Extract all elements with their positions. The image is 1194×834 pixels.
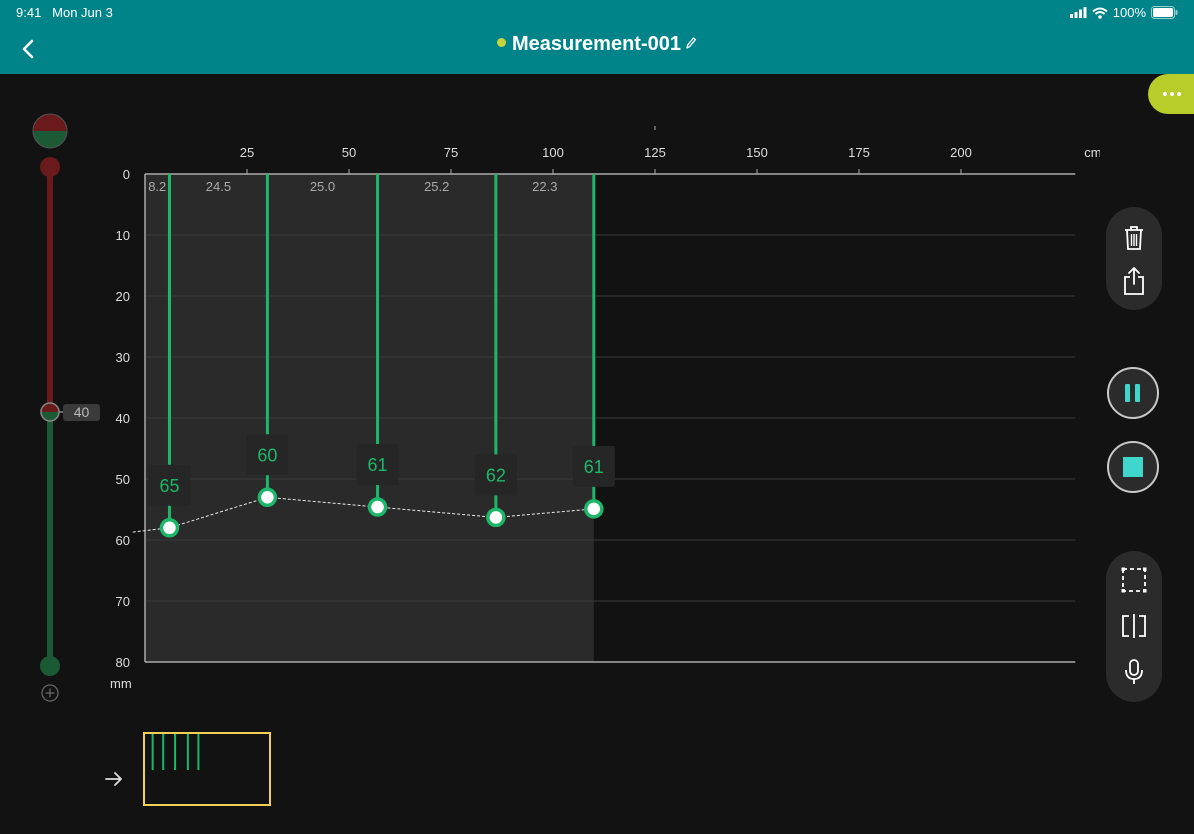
stop-button[interactable] (1107, 441, 1159, 493)
stop-icon (1123, 457, 1143, 477)
x-tick-label: 75 (444, 145, 458, 160)
share-icon[interactable] (1122, 266, 1146, 296)
x-tick-label: 150 (746, 145, 768, 160)
page-title[interactable]: Measurement-001 (512, 33, 681, 55)
minimap-viewport[interactable] (143, 732, 271, 806)
marker-handle[interactable] (486, 507, 506, 528)
marker-handle[interactable] (584, 499, 604, 519)
split-icon[interactable] (1121, 614, 1147, 638)
x-tick-label: 50 (342, 145, 356, 160)
add-icon[interactable] (40, 683, 60, 703)
status-time: 9:41 Mon Jun 3 (16, 5, 113, 20)
status-dot (497, 38, 507, 48)
depth-value-badge: 40 (63, 404, 100, 421)
microphone-icon[interactable] (1124, 658, 1144, 686)
spacing-label: 22.3 (532, 179, 557, 194)
marker-handle[interactable] (159, 518, 180, 538)
y-tick-label: 70 (116, 594, 130, 609)
cellular-signal-icon (1069, 7, 1087, 18)
wifi-icon (1092, 7, 1108, 19)
x-tick-label: 125 (644, 145, 666, 160)
pause-button[interactable] (1107, 367, 1159, 419)
x-tick-label: 100 (542, 145, 564, 160)
marker-label: 61 (368, 455, 388, 475)
y-tick-label: 60 (116, 533, 130, 548)
pause-icon (1125, 384, 1140, 402)
page-title-wrap: Measurement-001 (0, 32, 1194, 56)
y-tick-label: 80 (116, 655, 130, 670)
select-area-icon[interactable] (1121, 567, 1147, 593)
status-bar: 9:41 Mon Jun 3 100% (0, 0, 1194, 24)
battery-icon (1151, 6, 1178, 19)
y-tick-label: 0 (123, 167, 130, 182)
y-tick-label: 10 (116, 228, 130, 243)
spacing-label: 24.5 (206, 179, 231, 194)
app-header: Measurement-001 (0, 24, 1194, 74)
marker-label: 60 (257, 445, 277, 465)
spacing-label: 25.0 (310, 179, 335, 194)
y-tick-label: 40 (116, 411, 130, 426)
x-unit-label: cm (1084, 145, 1100, 160)
marker-handle[interactable] (257, 487, 278, 508)
marker-label: 61 (584, 457, 604, 477)
measurement-chart[interactable]: 0 10 20 30 40 50 60 70 80 25 50 75 100 125 150 175 200 cm… (100, 115, 1100, 705)
x-tick-label: 200 (950, 145, 972, 160)
spacing-label: 25.2 (424, 179, 449, 194)
spacing-label: 8.2 (148, 179, 166, 194)
minimap-preview (151, 734, 200, 770)
x-tick-label: 175 (848, 145, 870, 160)
y-tick-label: 20 (116, 289, 130, 304)
battery-percent: 100% (1112, 5, 1146, 20)
y-unit-label: mm (110, 676, 132, 691)
more-options-button[interactable] (1148, 74, 1194, 114)
arrow-right-icon[interactable] (104, 769, 124, 789)
marker-handle[interactable] (367, 497, 388, 517)
marker-label: 62 (486, 465, 506, 485)
x-tick-label: 25 (240, 145, 254, 160)
trash-icon[interactable] (1122, 224, 1146, 252)
y-tick-label: 30 (116, 350, 130, 365)
status-icons: 100% (1069, 5, 1178, 20)
y-tick-label: 50 (116, 472, 130, 487)
more-icon (1163, 92, 1167, 96)
marker-label: 65 (159, 476, 179, 496)
edit-icon[interactable] (685, 36, 697, 50)
